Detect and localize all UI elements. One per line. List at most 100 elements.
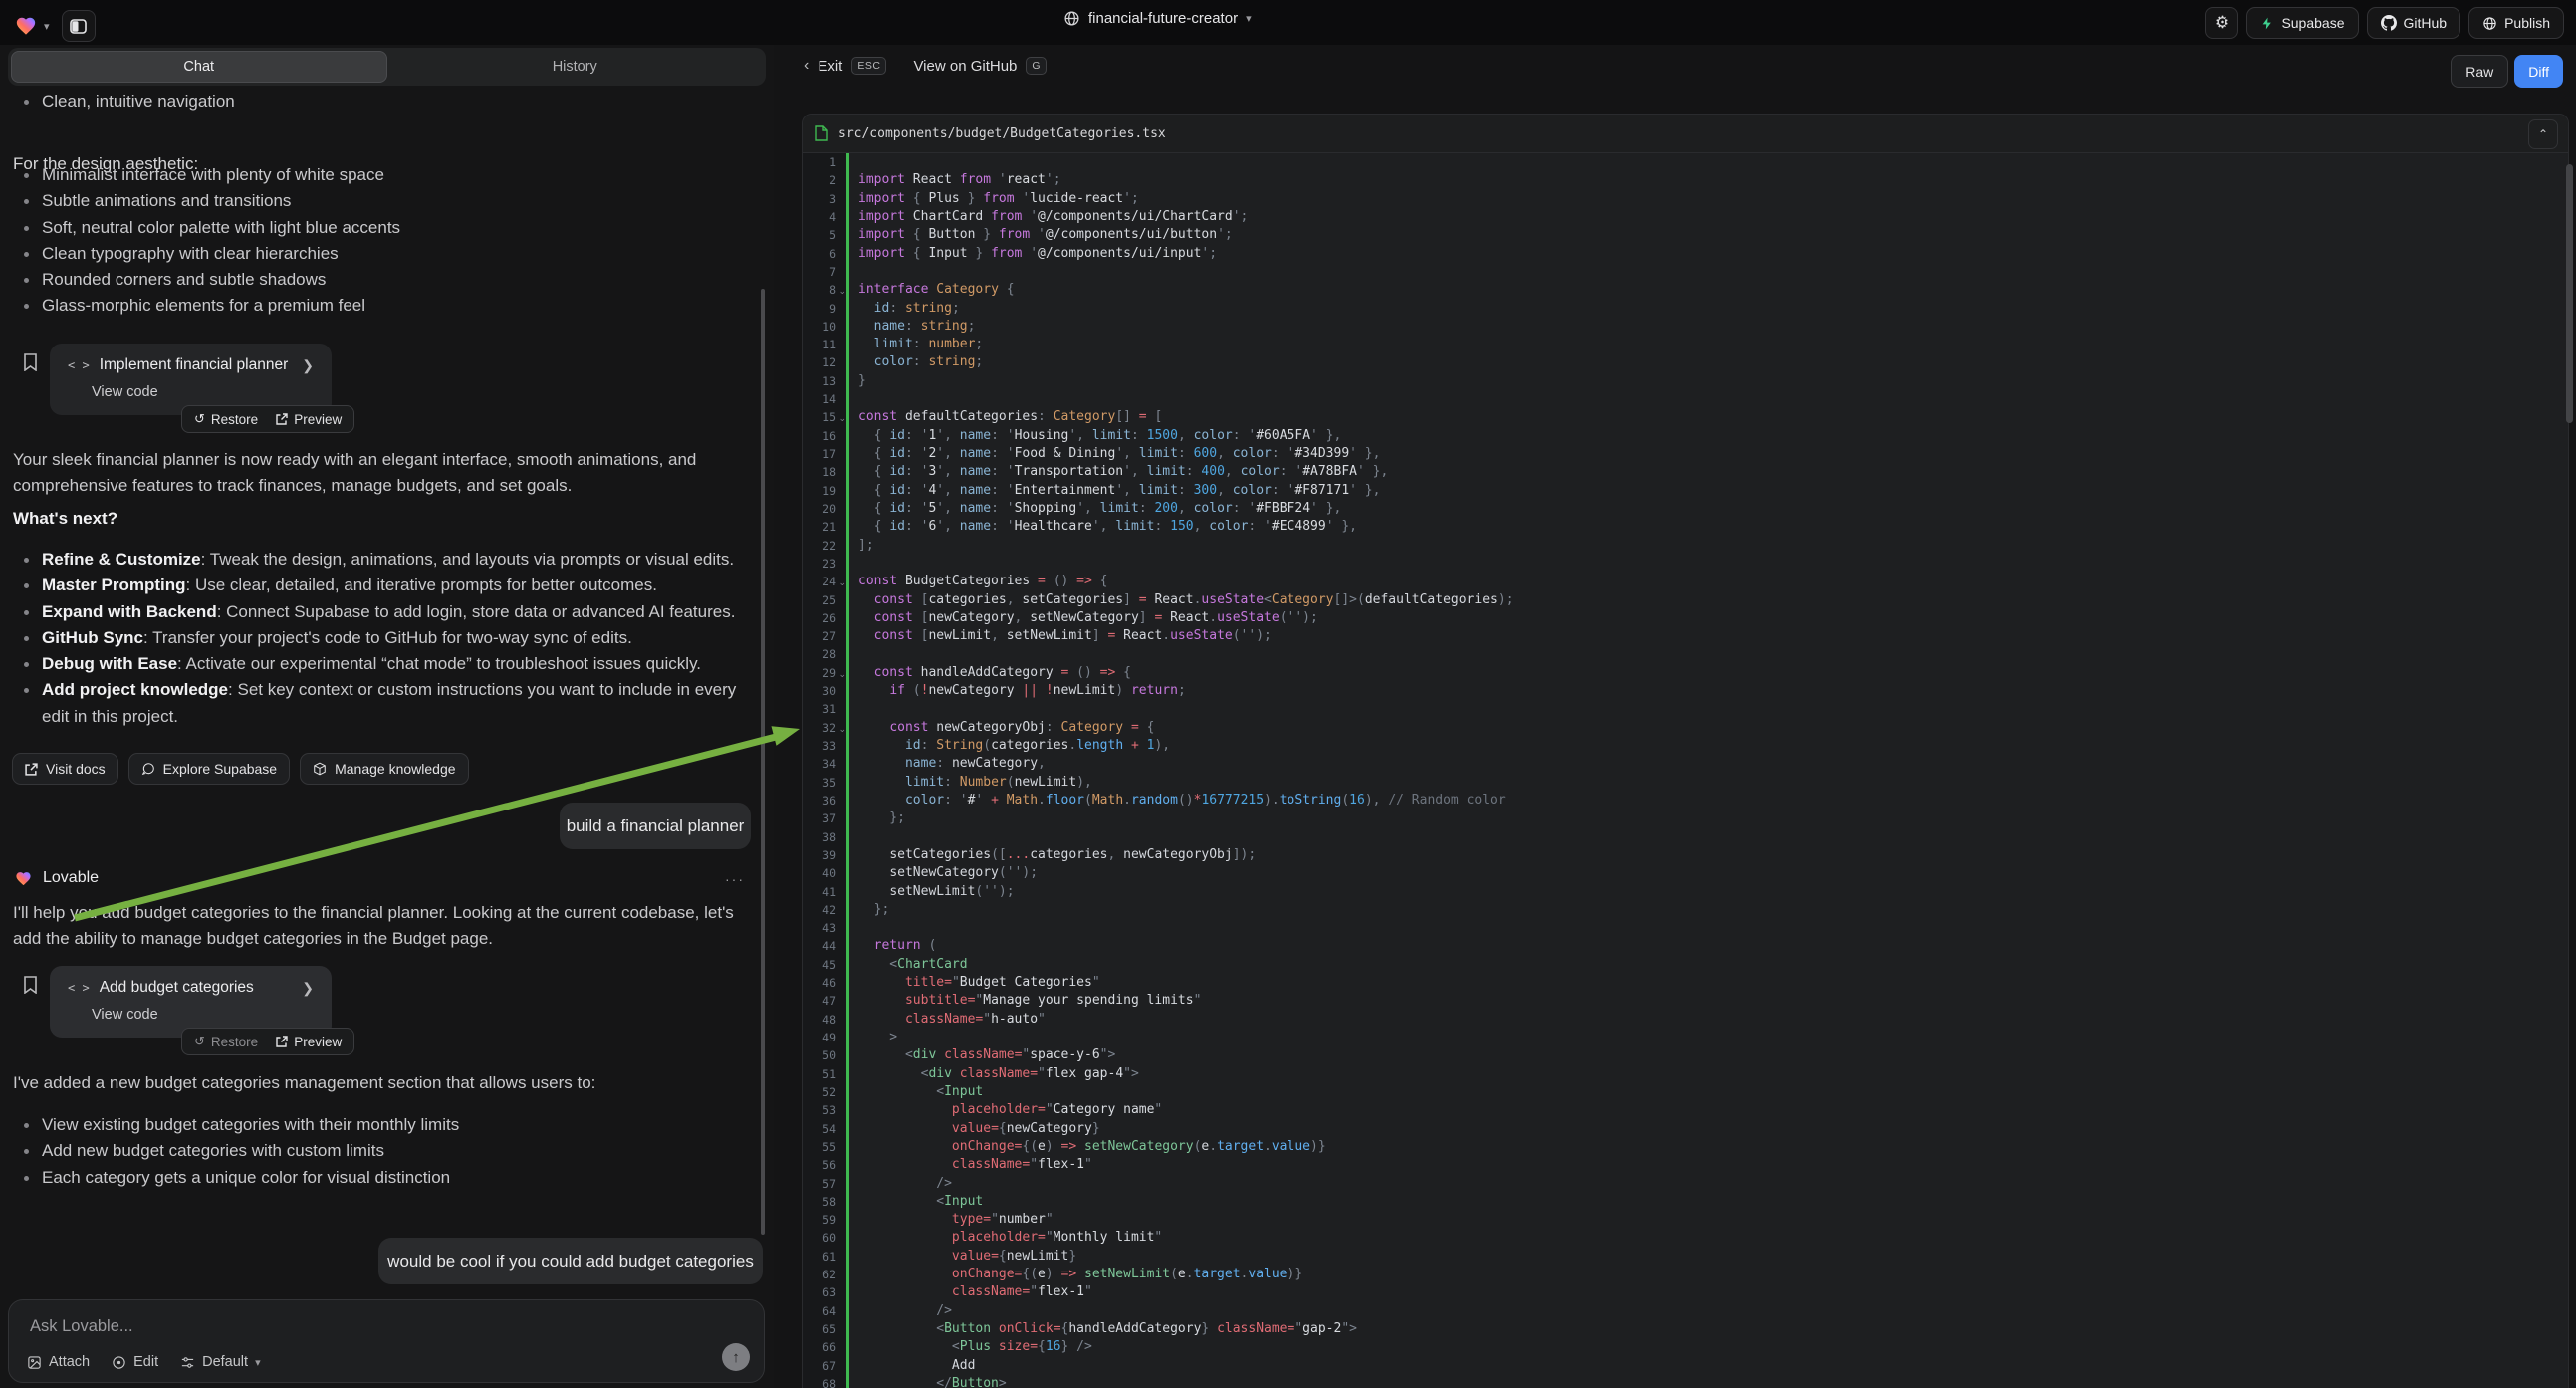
bullet-text: Refine & Customize: Tweak the design, an… [42, 547, 734, 573]
tab-chat[interactable]: Chat [11, 51, 387, 83]
view-code-link[interactable]: View code [92, 1007, 158, 1023]
bullet-text: View existing budget categories with the… [42, 1112, 459, 1138]
code-line-text: ]; [846, 537, 2568, 555]
github-button[interactable]: GitHub [2367, 7, 2461, 39]
code-line: 28 [803, 645, 2568, 663]
code-line-text: name: newCategory, [846, 755, 2568, 773]
manage-knowledge-button[interactable]: Manage knowledge [300, 753, 468, 785]
code-line: 52 <Input [803, 1083, 2568, 1101]
line-number-gutter: 40 [803, 864, 846, 882]
file-header[interactable]: src/components/budget/BudgetCategories.t… [803, 115, 2568, 153]
code-line-text: placeholder="Category name" [846, 1101, 2568, 1119]
code-line: 41 setNewLimit(''); [803, 883, 2568, 901]
composer[interactable]: Ask Lovable... Attach Edit [8, 1299, 765, 1383]
preview-button[interactable]: Preview [268, 412, 350, 427]
line-number-gutter: 59 [803, 1211, 846, 1229]
line-number-gutter: 62 [803, 1266, 846, 1283]
line-number-gutter: 44 [803, 937, 846, 955]
code-line: 7 [803, 263, 2568, 281]
code-line-text: if (!newCategory || !newLimit) return; [846, 682, 2568, 700]
code-line-text: { id: '1', name: 'Housing', limit: 1500,… [846, 427, 2568, 445]
code-line-text: > [846, 1029, 2568, 1046]
bullet-dot [24, 199, 29, 204]
diff-toggle-button[interactable]: Diff [2514, 55, 2563, 88]
bookmark-icon[interactable] [23, 976, 38, 994]
exit-label: Exit [818, 58, 842, 75]
lovable-logo-icon[interactable] [14, 15, 38, 37]
edit-button[interactable]: Edit [112, 1354, 158, 1370]
chat-scrollbar[interactable] [761, 289, 765, 1235]
code-line: 20 { id: '5', name: 'Shopping', limit: 2… [803, 500, 2568, 518]
code-line-text: }; [846, 810, 2568, 827]
fold-caret-icon[interactable]: ⌄ [838, 720, 846, 738]
code-line-text: onChange={(e) => setNewLimit(e.target.va… [846, 1266, 2568, 1283]
code-line-text: import { Input } from '@/components/ui/i… [846, 245, 2568, 263]
project-selector[interactable]: financial-future-creator ▾ [1063, 10, 1252, 27]
code-line: 11 limit: number; [803, 336, 2568, 353]
code-line-text: } [846, 372, 2568, 390]
package-icon [313, 762, 327, 776]
bullet-dot [24, 252, 29, 257]
code-line-text: }; [846, 901, 2568, 919]
mode-selector[interactable]: Default ▾ [180, 1354, 260, 1370]
fold-caret-icon[interactable]: ⌄ [838, 665, 846, 683]
code-line: 12 color: string; [803, 353, 2568, 371]
view-on-github-button[interactable]: View on GitHub G [913, 57, 1047, 75]
esc-key-badge: ESC [851, 57, 886, 75]
code-viewer-header: ‹ Exit ESC View on GitHub G [804, 57, 1047, 75]
send-button[interactable]: ↑ [722, 1343, 750, 1371]
code-line: 47 subtitle="Manage your spending limits… [803, 992, 2568, 1010]
list-item: Add new budget categories with custom li… [0, 1138, 459, 1164]
code-line: 63 className="flex-1" [803, 1283, 2568, 1301]
code-line: 16 { id: '1', name: 'Housing', limit: 15… [803, 427, 2568, 445]
restore-button[interactable]: ↺ Restore [186, 1034, 266, 1049]
line-number-gutter: 54 [803, 1120, 846, 1138]
bullet-text: Glass-morphic elements for a premium fee… [42, 293, 365, 319]
publish-button[interactable]: Publish [2468, 7, 2564, 39]
fold-caret-icon[interactable]: ⌄ [838, 574, 846, 591]
line-number-gutter: 64 [803, 1302, 846, 1320]
line-number-gutter: 5 [803, 226, 846, 244]
visit-docs-button[interactable]: Visit docs [12, 753, 118, 785]
message-menu-button[interactable]: ··· [725, 871, 745, 887]
collapse-file-button[interactable]: ⌃ [2528, 119, 2558, 149]
view-code-link[interactable]: View code [92, 384, 158, 400]
code-line-text: const defaultCategories: Category[] = [ [846, 408, 2568, 426]
list-item: Master Prompting: Use clear, detailed, a… [0, 573, 757, 598]
explore-supabase-label: Explore Supabase [163, 761, 277, 777]
fold-caret-icon[interactable]: ⌄ [838, 409, 846, 427]
settings-button[interactable]: ⚙ [2205, 7, 2238, 39]
code-line-text: return ( [846, 937, 2568, 955]
line-number-gutter: 38 [803, 828, 846, 846]
code-line-text: const [newCategory, setNewCategory] = Re… [846, 609, 2568, 627]
code-line-text: <Input [846, 1193, 2568, 1211]
tab-history[interactable]: History [387, 51, 764, 83]
sidebar-toggle-button[interactable] [62, 10, 96, 42]
list-item: Add project knowledge: Set key context o… [0, 677, 757, 730]
preview-button[interactable]: Preview [268, 1035, 350, 1049]
list-item: Clean typography with clear hierarchies [0, 241, 400, 267]
supabase-button[interactable]: Supabase [2246, 7, 2358, 39]
line-number-gutter: 58 [803, 1193, 846, 1211]
line-number-gutter: 51 [803, 1065, 846, 1083]
raw-toggle-button[interactable]: Raw [2451, 55, 2508, 88]
bookmark-icon[interactable] [23, 353, 38, 371]
code-line-text: className="flex-1" [846, 1156, 2568, 1174]
chevron-down-icon: ▾ [255, 1356, 261, 1369]
code-line-text: <Input [846, 1083, 2568, 1101]
code-line: 18 { id: '3', name: 'Transportation', li… [803, 463, 2568, 481]
line-number-gutter: 39 [803, 846, 846, 864]
attach-button[interactable]: Attach [27, 1354, 90, 1370]
preview-label: Preview [294, 412, 342, 427]
explore-supabase-button[interactable]: Explore Supabase [128, 753, 290, 785]
exit-button[interactable]: ‹ Exit ESC [804, 57, 886, 75]
sliders-icon [180, 1355, 195, 1370]
chevron-down-icon[interactable]: ▾ [44, 20, 50, 33]
code-line-text: name: string; [846, 318, 2568, 336]
composer-input[interactable]: Ask Lovable... [30, 1317, 133, 1336]
code-scrollbar[interactable] [2566, 164, 2573, 423]
line-number-gutter: 33 [803, 737, 846, 755]
line-number-gutter: 50 [803, 1046, 846, 1064]
fold-caret-icon[interactable]: ⌄ [838, 282, 846, 300]
restore-button[interactable]: ↺ Restore [186, 411, 266, 427]
